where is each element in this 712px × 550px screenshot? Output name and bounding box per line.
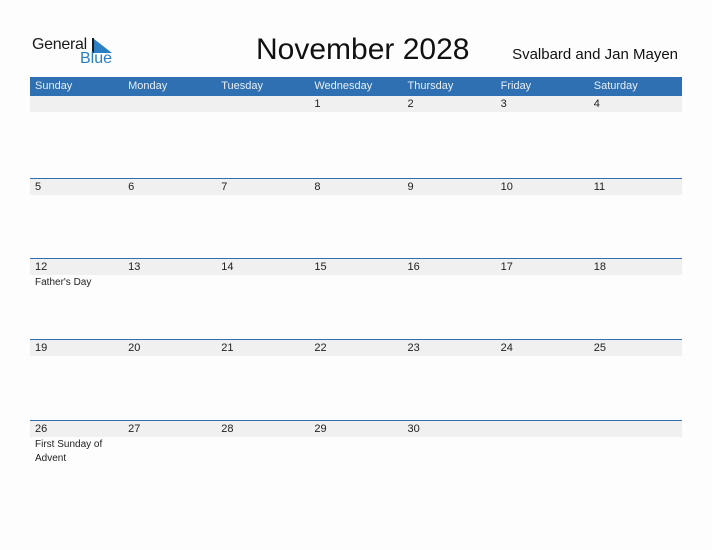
day-number: 21	[221, 342, 234, 354]
weekday-wednesday: Wednesday	[314, 80, 373, 92]
day-cell: 5	[30, 179, 123, 195]
day-number: 5	[35, 181, 42, 193]
week-row: 5 6 7 8 9 10 11	[30, 178, 682, 260]
day-number: 10	[500, 181, 513, 193]
day-cell: 22	[309, 340, 402, 356]
day-number: 14	[221, 261, 234, 273]
day-number: 7	[221, 181, 228, 193]
day-number: 9	[407, 181, 414, 193]
day-number	[221, 96, 309, 112]
calendar-title: November 2028	[256, 33, 470, 66]
logo-text-blue: Blue	[80, 50, 113, 67]
day-number: 24	[500, 342, 513, 354]
day-number: 6	[128, 181, 135, 193]
day-cell: 20	[123, 340, 216, 356]
generalblue-logo: General Blue	[32, 36, 122, 68]
day-number	[594, 421, 682, 437]
day-number: 11	[593, 181, 606, 193]
day-cell: 11	[589, 179, 682, 195]
day-cell	[30, 96, 123, 112]
day-cell: 12 Father's Day	[30, 259, 123, 290]
day-cell: 29	[309, 421, 402, 466]
day-cell	[216, 96, 309, 112]
week-days: 26 First Sunday of Advent 27 28 29 30	[30, 421, 682, 466]
day-cell	[123, 96, 216, 112]
day-number: 15	[314, 261, 327, 273]
region-label: Svalbard and Jan Mayen	[512, 46, 678, 63]
day-cell	[496, 421, 589, 466]
day-number: 13	[128, 261, 141, 273]
week-days: 1 2 3 4	[30, 96, 682, 112]
day-number	[128, 96, 216, 112]
weekday-tuesday: Tuesday	[221, 80, 264, 92]
day-number: 23	[407, 342, 420, 354]
weekday-monday: Monday	[128, 80, 168, 92]
day-cell: 21	[216, 340, 309, 356]
holiday-label: Father's Day	[35, 277, 92, 288]
holiday-label: First Sunday of Advent	[35, 439, 103, 464]
week-row: 12 Father's Day 13 14 15 16 17 18	[30, 258, 682, 340]
day-number: 4	[593, 98, 600, 110]
day-cell: 23	[403, 340, 496, 356]
day-number: 19	[35, 342, 48, 354]
day-number: 29	[314, 423, 327, 435]
day-cell: 9	[403, 179, 496, 195]
day-cell: 27	[123, 421, 216, 466]
day-cell: 14	[216, 259, 309, 290]
day-number: 3	[500, 98, 507, 110]
day-number: 26	[35, 423, 48, 435]
day-number: 30	[407, 423, 420, 435]
day-number: 25	[593, 342, 606, 354]
day-cell: 19	[30, 340, 123, 356]
day-number: 20	[128, 342, 141, 354]
day-cell: 18	[589, 259, 682, 290]
day-cell: 1	[309, 96, 402, 112]
day-number: 12	[35, 261, 48, 273]
day-number: 17	[500, 261, 513, 273]
day-number: 2	[407, 98, 414, 110]
day-cell: 24	[496, 340, 589, 356]
day-cell: 16	[403, 259, 496, 290]
day-number: 27	[128, 423, 141, 435]
logo-text-general: General	[32, 36, 87, 53]
weekday-saturday: Saturday	[593, 80, 638, 92]
day-cell	[589, 421, 682, 466]
day-cell: 8	[309, 179, 402, 195]
day-cell: 3	[496, 96, 589, 112]
week-days: 19 20 21 22 23 24 25	[30, 340, 682, 356]
day-cell: 26 First Sunday of Advent	[30, 421, 123, 466]
day-number: 28	[221, 423, 234, 435]
day-cell: 7	[216, 179, 309, 195]
day-cell: 2	[403, 96, 496, 112]
week-row: 26 First Sunday of Advent 27 28 29 30	[30, 420, 682, 502]
day-cell: 10	[496, 179, 589, 195]
day-number: 8	[314, 181, 321, 193]
day-cell: 6	[123, 179, 216, 195]
weekday-friday: Friday	[500, 80, 532, 92]
day-number	[501, 421, 589, 437]
day-number: 16	[407, 261, 420, 273]
day-number: 1	[314, 98, 321, 110]
day-cell: 30	[403, 421, 496, 466]
weekday-sunday: Sunday	[35, 80, 73, 92]
day-cell: 4	[589, 96, 682, 112]
day-cell: 15	[309, 259, 402, 290]
day-cell: 13	[123, 259, 216, 290]
week-days: 5 6 7 8 9 10 11	[30, 179, 682, 195]
week-row: 19 20 21 22 23 24 25	[30, 339, 682, 421]
weekday-thursday: Thursday	[407, 80, 454, 92]
day-number: 18	[593, 261, 606, 273]
day-cell: 28	[216, 421, 309, 466]
day-number: 22	[314, 342, 327, 354]
weekday-header: Sunday Monday Tuesday Wednesday Thursday…	[30, 77, 682, 96]
week-days: 12 Father's Day 13 14 15 16 17 18	[30, 259, 682, 290]
day-cell: 25	[589, 340, 682, 356]
week-row: 1 2 3 4	[30, 96, 682, 177]
day-cell: 17	[496, 259, 589, 290]
day-number	[35, 96, 123, 112]
